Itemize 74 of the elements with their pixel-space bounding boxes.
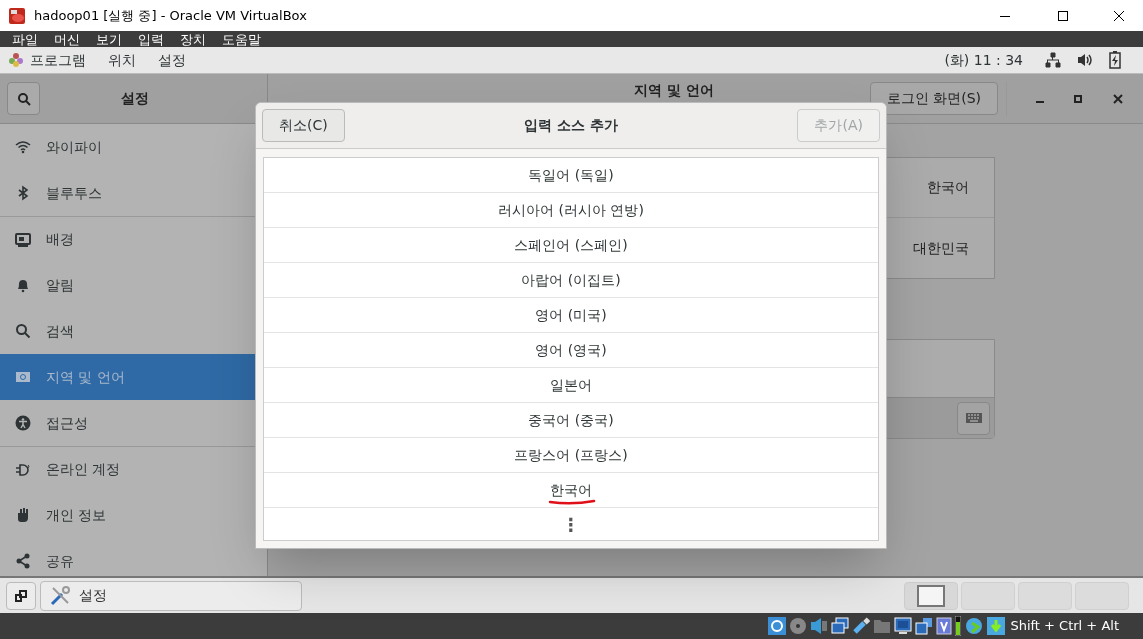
speaker-icon[interactable] [810,617,829,635]
usb-icon[interactable] [852,617,871,635]
menu-item[interactable]: 파일 [12,32,38,46]
maximize-icon[interactable] [1057,9,1069,22]
sidebar-item[interactable]: 블루투스 [0,170,267,216]
host-key-label: Shift + Ctrl + Alt [1010,617,1119,636]
menu-item[interactable]: 도움말 [222,32,261,46]
list-item[interactable]: 프랑스어 (프랑스) [514,444,628,466]
list-item[interactable]: 영어 (미국) [535,304,607,326]
list-item[interactable]: 한국어 [550,479,592,501]
formats-value[interactable]: 대한민국 [913,237,969,259]
list-item[interactable]: 스페인어 (스페인) [514,234,628,256]
keyboard-button[interactable] [957,401,990,435]
search-icon [15,323,31,339]
maximize-icon[interactable] [1073,93,1083,104]
windows-icon[interactable] [831,617,850,635]
flag-icon [15,369,31,385]
chip-icon[interactable] [936,617,953,635]
hand-icon [15,507,31,523]
monitor-icon [15,231,31,248]
network-icon[interactable] [1045,52,1061,68]
top-bar-menu[interactable]: 프로그램 [30,49,86,71]
globe-icon[interactable] [964,617,985,635]
disk-icon[interactable] [768,617,787,635]
volume-icon[interactable] [1077,52,1093,68]
taskbar-item[interactable]: 설정 [40,580,302,611]
sidebar-item[interactable]: 접근성 [0,400,267,446]
list-item[interactable]: 일본어 [550,374,592,396]
login-screen-button[interactable]: 로그인 화면(S) [869,82,998,115]
accessibility-icon [15,415,31,431]
close-icon[interactable] [1113,9,1125,22]
close-icon[interactable] [1113,93,1123,104]
sidebar-item[interactable]: 검색 [0,308,267,354]
list-item[interactable]: 영어 (영국) [535,339,607,361]
top-bar-menu[interactable]: 위치 [108,49,136,71]
window-thumbnail [917,584,945,607]
program-icon [8,52,24,68]
windows-icon[interactable] [915,617,934,635]
sidebar-title: 설정 [120,89,150,108]
wifi-icon [15,139,31,155]
search-button[interactable] [7,82,40,115]
bell-icon [15,277,31,293]
show-desktop-button[interactable] [6,581,36,610]
sidebar-item[interactable]: 개인 정보 [0,492,267,538]
download-icon[interactable] [987,617,1006,635]
more-button[interactable]: ⋮ [562,510,580,538]
workspace[interactable] [904,581,958,610]
sidebar-item[interactable]: 공유 [0,538,267,576]
app-icon [8,6,26,25]
window-title: hadoop01 [실행 중] - Oracle VM VirtualBox [34,6,307,25]
top-bar-menu[interactable]: 설정 [158,49,186,71]
level-meter-icon[interactable] [955,616,962,636]
menu-item[interactable]: 머신 [54,32,80,46]
page-title: 지역 및 언어 [634,81,714,100]
list-item[interactable]: 독일어 (독일) [528,164,614,186]
list-item[interactable]: 러시아어 (러시아 연방) [498,199,644,221]
menu-item[interactable]: 장치 [180,32,206,46]
monitor-icon[interactable] [894,617,913,635]
clock[interactable]: (화) 11 : 34 [944,49,1023,71]
battery-icon[interactable] [1109,51,1121,69]
menu-item[interactable]: 입력 [138,32,164,46]
language-value[interactable]: 한국어 [927,177,969,198]
tools-icon [49,584,71,607]
list-item[interactable]: 중국어 (중국) [528,409,614,431]
list-item[interactable]: 아랍어 (이집트) [521,269,621,291]
dialog-title: 입력 소스 추가 [523,116,619,135]
sidebar-item[interactable]: 알림 [0,262,267,308]
share-icon [15,553,31,569]
desktop-icon [15,589,27,602]
keyboard-icon [965,412,982,424]
menu-item[interactable]: 보기 [96,32,122,46]
search-icon [16,91,31,106]
cancel-button[interactable]: 취소(C) [262,109,345,142]
plug-icon [15,461,31,478]
